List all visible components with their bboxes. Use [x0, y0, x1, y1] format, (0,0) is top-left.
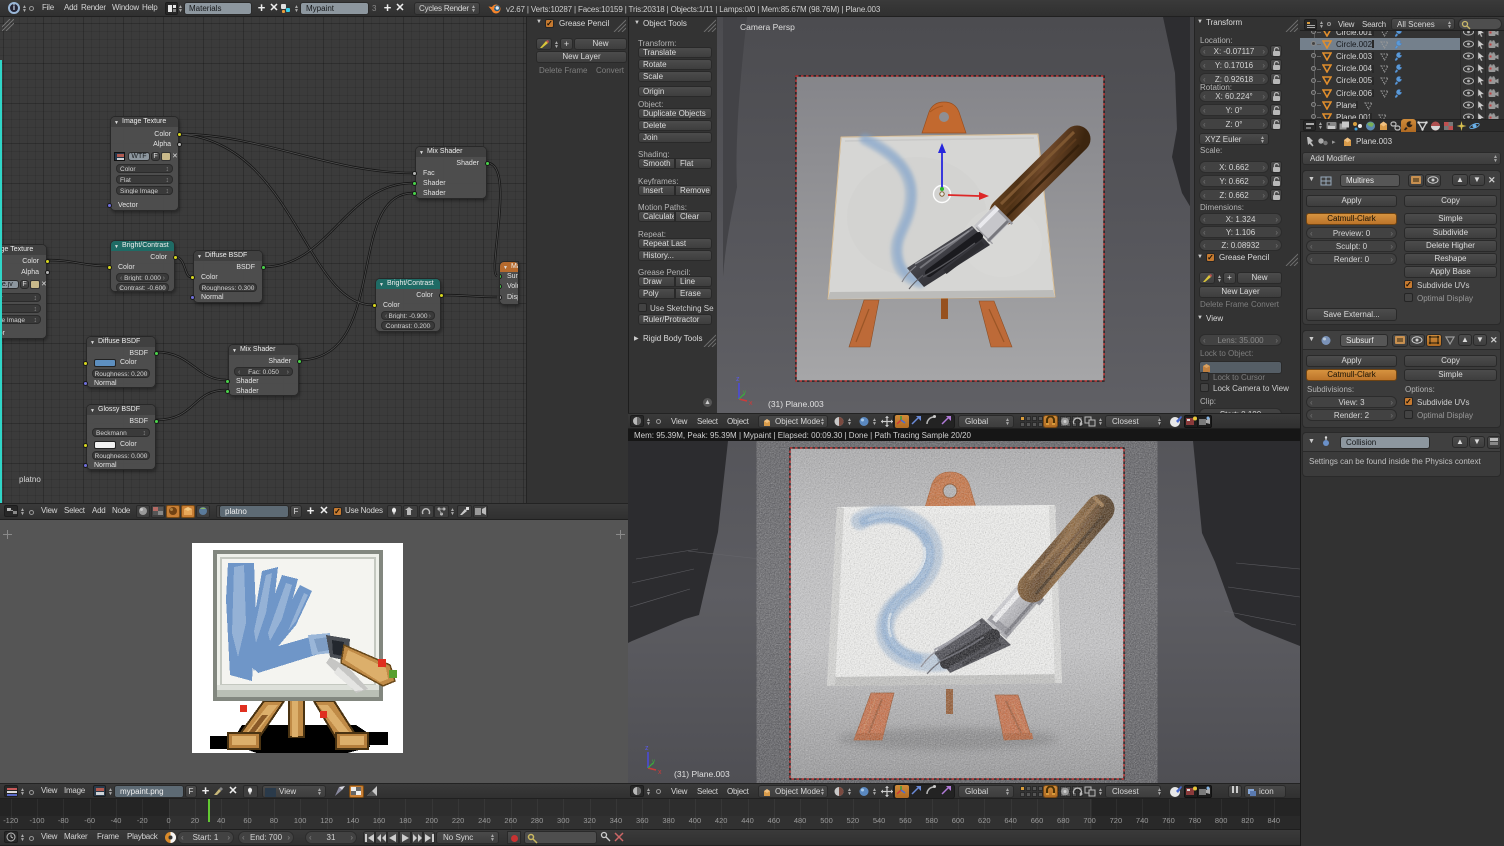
svg-text:x: x	[658, 769, 662, 776]
svg-text:z: z	[645, 745, 649, 752]
svg-text:(31) Plane.003: (31) Plane.003	[768, 399, 824, 409]
svg-text:(31) Plane.003: (31) Plane.003	[674, 769, 730, 779]
svg-text:Camera Persp: Camera Persp	[740, 22, 795, 32]
svg-text:x: x	[749, 400, 753, 407]
svg-text:z: z	[736, 376, 740, 383]
svg-text:y: y	[743, 390, 746, 396]
svg-text:y: y	[652, 759, 655, 765]
